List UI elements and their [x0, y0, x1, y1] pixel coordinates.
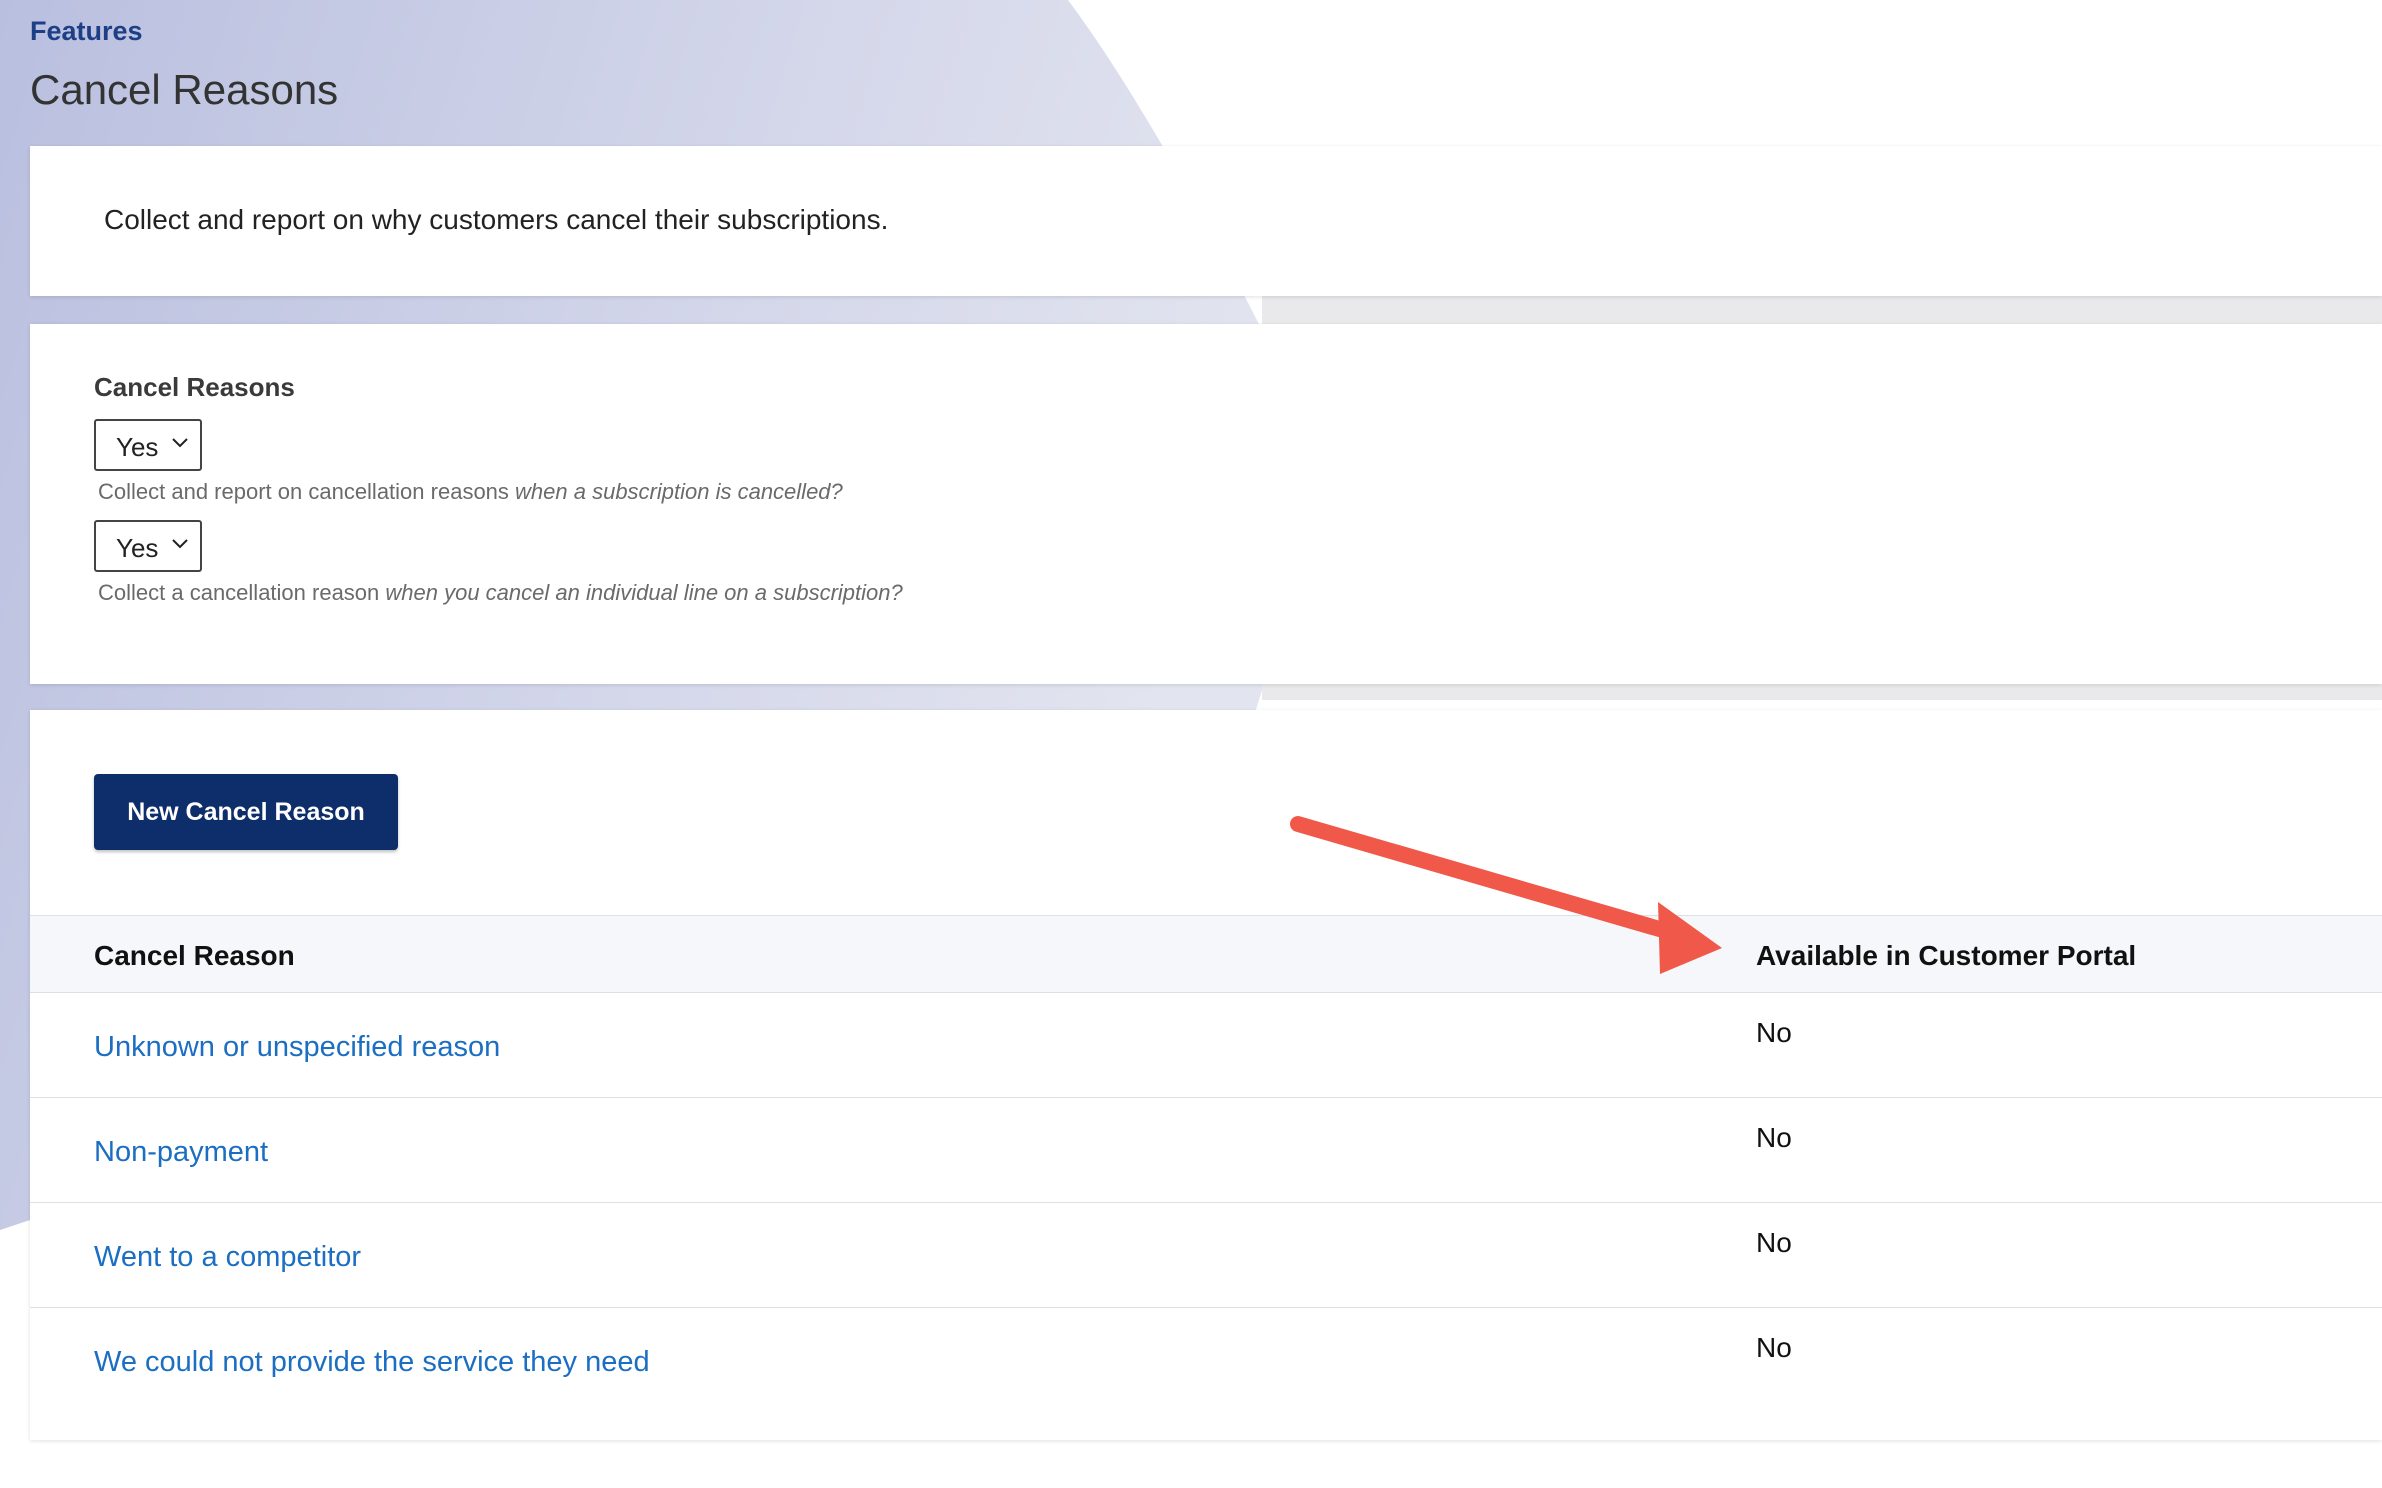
column-header-cancel-reason: Cancel Reason — [94, 940, 295, 971]
cancel-reasons-line-select[interactable]: Yes — [94, 520, 202, 572]
table-row: Unknown or unspecified reason No — [30, 993, 2382, 1098]
select-value: Yes — [116, 432, 159, 462]
table-header: Cancel Reason Available in Customer Port… — [30, 915, 2382, 993]
select-1-help-text: Collect and report on cancellation reaso… — [98, 479, 843, 505]
cancel-reason-link[interactable]: Went to a competitor — [94, 1241, 361, 1274]
portal-availability: No — [1756, 1017, 1792, 1048]
portal-availability: No — [1756, 1227, 1792, 1258]
portal-availability: No — [1756, 1122, 1792, 1153]
table-row: Went to a competitor No — [30, 1203, 2382, 1308]
chevron-down-icon — [172, 539, 188, 549]
cancel-reasons-table-card: New Cancel Reason Cancel Reason Availabl… — [30, 710, 2382, 1440]
portal-availability: No — [1756, 1332, 1792, 1363]
cancel-reasons-setting-label: Cancel Reasons — [94, 372, 295, 402]
intro-card: Collect and report on why customers canc… — [30, 146, 2382, 296]
help-text-italic: when you cancel an individual line on a … — [385, 580, 903, 605]
new-cancel-reason-button[interactable]: New Cancel Reason — [94, 774, 398, 850]
select-value: Yes — [116, 533, 159, 563]
column-header-customer-portal: Available in Customer Portal — [1756, 940, 2137, 971]
cancel-reason-link[interactable]: Non-payment — [94, 1136, 268, 1169]
intro-description: Collect and report on why customers canc… — [104, 204, 889, 235]
table-row: Non-payment No — [30, 1098, 2382, 1203]
help-text-italic: when a subscription is cancelled? — [515, 479, 843, 504]
settings-card: Cancel Reasons Yes Collect and report on… — [30, 324, 2382, 684]
page-title: Cancel Reasons — [30, 66, 339, 113]
chevron-down-icon — [172, 438, 188, 448]
help-text-plain: Collect and report on cancellation reaso… — [98, 479, 516, 504]
help-text-plain: Collect a cancellation reason — [98, 580, 386, 605]
cancel-reason-link[interactable]: We could not provide the service they ne… — [94, 1346, 650, 1379]
select-2-help-text: Collect a cancellation reason when you c… — [98, 580, 903, 606]
breadcrumb-features[interactable]: Features — [30, 16, 143, 47]
cancel-reason-link[interactable]: Unknown or unspecified reason — [94, 1031, 500, 1064]
table-row: We could not provide the service they ne… — [30, 1308, 2382, 1413]
cancel-reasons-subscription-select[interactable]: Yes — [94, 419, 202, 471]
